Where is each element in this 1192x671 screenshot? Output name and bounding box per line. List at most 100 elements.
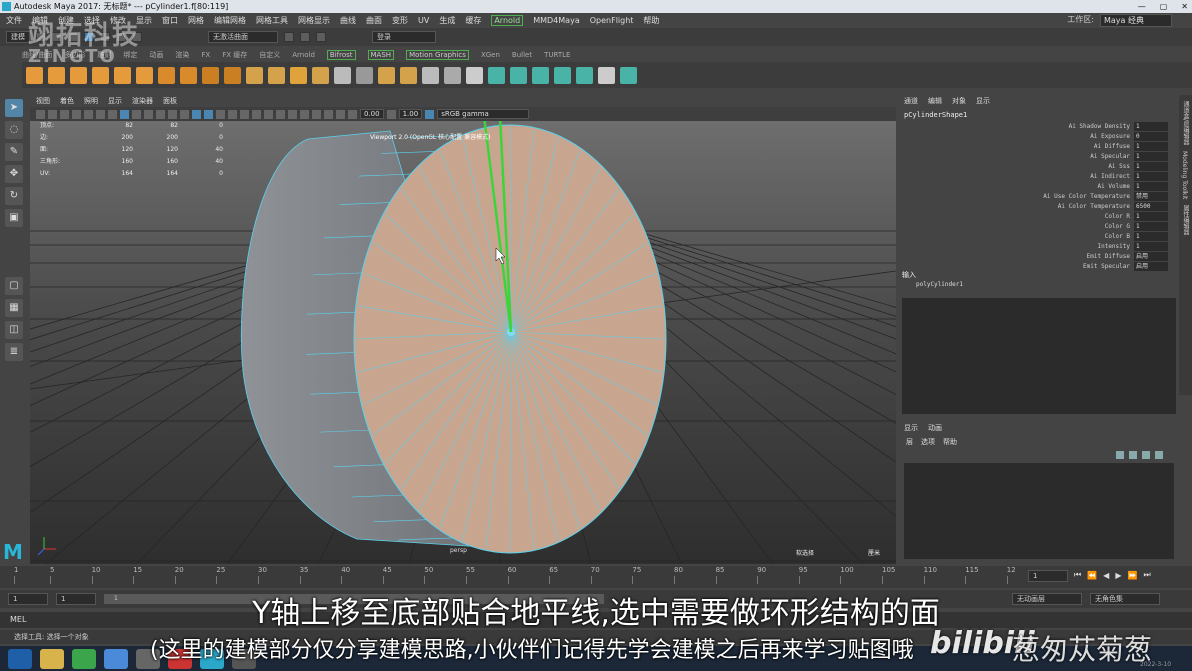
view-transform-dropdown[interactable]: sRGB gamma: [437, 109, 530, 119]
layer-menu-item[interactable]: 层: [906, 437, 913, 447]
cylinder-mesh[interactable]: [240, 124, 667, 554]
poly-sphere-icon[interactable]: [26, 66, 43, 84]
grease-pencil-icon[interactable]: [96, 109, 105, 119]
menu-item[interactable]: 编辑网格: [214, 15, 246, 26]
safe-title-icon[interactable]: [180, 109, 189, 119]
playback-button[interactable]: ▶: [1115, 571, 1121, 580]
viewport-menu-item[interactable]: 面板: [163, 96, 177, 106]
layer-editor-tab[interactable]: 动画: [928, 423, 942, 433]
attribute-value[interactable]: 6500: [1134, 201, 1168, 211]
gate-mask-icon[interactable]: [144, 109, 153, 119]
attribute-value[interactable]: 1: [1134, 171, 1168, 181]
file-explorer-icon[interactable]: [40, 648, 64, 669]
poly-cube-icon[interactable]: [48, 66, 65, 84]
single-view-icon[interactable]: ▢: [5, 277, 23, 295]
gamma-icon[interactable]: [386, 109, 396, 119]
multicut-icon[interactable]: [422, 66, 439, 84]
poly-cone-icon[interactable]: [92, 66, 109, 84]
attribute-value[interactable]: 启用: [1134, 261, 1168, 271]
resolution-gate-icon[interactable]: [132, 109, 141, 119]
shelf-tab[interactable]: TURTLE: [544, 51, 570, 59]
login-dropdown[interactable]: 登录: [372, 31, 436, 43]
paint-select-icon[interactable]: ✎: [5, 143, 23, 161]
input-node-item[interactable]: polyCylinder1: [916, 281, 963, 288]
viewport-menu-item[interactable]: 视图: [36, 96, 50, 106]
outliner-layout-icon[interactable]: ≣: [5, 343, 23, 361]
attribute-value[interactable]: 1: [1134, 151, 1168, 161]
attribute-row[interactable]: Color R 1: [900, 211, 1180, 221]
channel-box-menu-item[interactable]: 通道: [904, 96, 918, 106]
attribute-value[interactable]: 1: [1134, 211, 1168, 221]
select-tool-icon[interactable]: ➤: [5, 99, 23, 117]
side-panel-tab[interactable]: 通道盒/层编辑器: [1181, 101, 1190, 145]
menu-item[interactable]: 帮助: [643, 15, 659, 26]
shelf-tab[interactable]: Bullet: [512, 51, 532, 59]
grid-toggle-icon[interactable]: [108, 109, 117, 119]
layer-menu-item[interactable]: 帮助: [943, 437, 957, 447]
attribute-row[interactable]: Ai Color Temperature 6500: [900, 201, 1180, 211]
viewport-menu-item[interactable]: 着色: [60, 96, 74, 106]
channel-box-menu-item[interactable]: 编辑: [928, 96, 942, 106]
bookmark-icon[interactable]: [60, 109, 69, 119]
depth-of-field-icon[interactable]: [300, 109, 309, 119]
attribute-row[interactable]: Ai Use Color Temperature 禁用: [900, 191, 1180, 201]
menu-item[interactable]: 变形: [392, 15, 408, 26]
menu-item[interactable]: Arnold: [491, 15, 524, 26]
menuset-dropdown[interactable]: 建模: [6, 31, 30, 43]
start-button-icon[interactable]: [8, 648, 32, 669]
four-view-icon[interactable]: ▦: [5, 299, 23, 317]
viewport-menu-item[interactable]: 显示: [108, 96, 122, 106]
uv-editor-icon[interactable]: [576, 66, 593, 84]
wireframe-icon[interactable]: [192, 109, 201, 119]
side-panel-tab[interactable]: Modeling Toolkit: [1181, 151, 1188, 199]
shelf-tab[interactable]: FX 缓存: [222, 50, 247, 60]
playback-button[interactable]: ◀: [1103, 571, 1109, 580]
motion-blur-icon[interactable]: [276, 109, 285, 119]
viewport-menu-item[interactable]: 照明: [84, 96, 98, 106]
isolate-select-icon[interactable]: [312, 109, 321, 119]
menu-item[interactable]: 缓存: [465, 15, 481, 26]
attribute-value[interactable]: 1: [1134, 161, 1168, 171]
viewport-canvas[interactable]: [30, 121, 896, 564]
smooth-shade-icon[interactable]: [204, 109, 213, 119]
target-weld-icon[interactable]: [444, 66, 461, 84]
menu-item[interactable]: OpenFlight: [590, 16, 634, 25]
color-management-icon[interactable]: [425, 109, 435, 119]
playback-button[interactable]: ⏮: [1074, 570, 1081, 580]
attribute-row[interactable]: Ai Volume 1: [900, 181, 1180, 191]
multisample-icon[interactable]: [288, 109, 297, 119]
separate-icon[interactable]: [268, 66, 285, 84]
default-material-icon[interactable]: [216, 109, 225, 119]
smooth-icon[interactable]: [290, 66, 307, 84]
layer-down-icon[interactable]: [1129, 451, 1137, 459]
attribute-row[interactable]: Ai Specular 1: [900, 151, 1180, 161]
2d-pan-icon[interactable]: [84, 109, 93, 119]
lasso-tool-icon[interactable]: ◌: [5, 121, 23, 139]
ambient-occlusion-icon[interactable]: [264, 109, 273, 119]
close-button[interactable]: ✕: [1181, 0, 1188, 13]
attribute-row[interactable]: Color B 1: [900, 231, 1180, 241]
attribute-row[interactable]: Ai Diffuse 1: [900, 141, 1180, 151]
cylindrical-uv-icon[interactable]: [532, 66, 549, 84]
exposure-field[interactable]: 0.00: [360, 109, 384, 119]
attribute-row[interactable]: Emit Diffuse 启用: [900, 251, 1180, 261]
attribute-value[interactable]: 1: [1134, 221, 1168, 231]
attribute-row[interactable]: Ai Exposure 0: [900, 131, 1180, 141]
poly-torus-icon[interactable]: [114, 66, 131, 84]
attribute-value[interactable]: 1: [1134, 231, 1168, 241]
camera-select-icon[interactable]: [36, 109, 45, 119]
attribute-row[interactable]: Ai Shadow Density 1: [900, 121, 1180, 131]
film-gate-icon[interactable]: [120, 109, 129, 119]
attribute-row[interactable]: Color G 1: [900, 221, 1180, 231]
poly-disc-icon[interactable]: [158, 66, 175, 84]
shelf-tab[interactable]: 自定义: [259, 50, 280, 60]
menu-item[interactable]: 文件: [6, 15, 22, 26]
svg-icon[interactable]: [224, 66, 241, 84]
shelf-tab[interactable]: FX: [201, 51, 210, 59]
spherical-uv-icon[interactable]: [554, 66, 571, 84]
xray-joints-icon[interactable]: [336, 109, 345, 119]
shadows-icon[interactable]: [252, 109, 261, 119]
lights-icon[interactable]: [240, 109, 249, 119]
poly-text-icon[interactable]: [202, 66, 219, 84]
minimize-button[interactable]: —: [1138, 0, 1146, 13]
